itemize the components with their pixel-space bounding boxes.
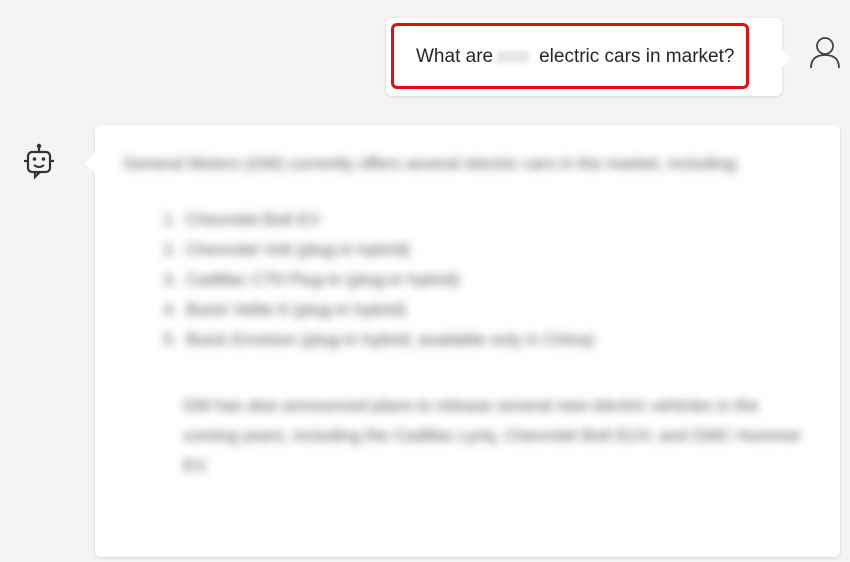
user-message-bubble: What are electric cars in market? xyxy=(386,18,791,96)
list-item: Cadillac CT6 Plug-In (plug-in hybrid) xyxy=(182,265,702,295)
bot-response-list: Chevrolet Bolt EV Chevrolet Volt (plug-i… xyxy=(160,205,702,355)
list-item: Chevrolet Volt (plug-in hybrid) xyxy=(182,235,702,265)
bot-icon xyxy=(24,143,54,180)
user-icon xyxy=(810,37,840,69)
user-message-text: What are electric cars in market? xyxy=(416,46,734,68)
bot-response-bubble: General Motors (GM) currently offers sev… xyxy=(85,125,840,557)
bot-response-intro: General Motors (GM) currently offers sev… xyxy=(123,154,740,173)
bot-response-note: GM has also announced plans to release s… xyxy=(183,396,802,475)
list-item: Buick Velite 6 (plug-in hybrid) xyxy=(182,295,702,325)
user-message-text-after: electric cars in market? xyxy=(539,46,735,67)
list-item: Buick Envision (plug-in hybrid; availabl… xyxy=(182,325,702,355)
redacted-word xyxy=(493,46,539,68)
bot-bubble-tail xyxy=(85,153,95,173)
user-message-text-before: What are xyxy=(416,46,494,67)
user-bubble-tail xyxy=(781,48,791,68)
list-item: Chevrolet Bolt EV xyxy=(182,205,702,235)
